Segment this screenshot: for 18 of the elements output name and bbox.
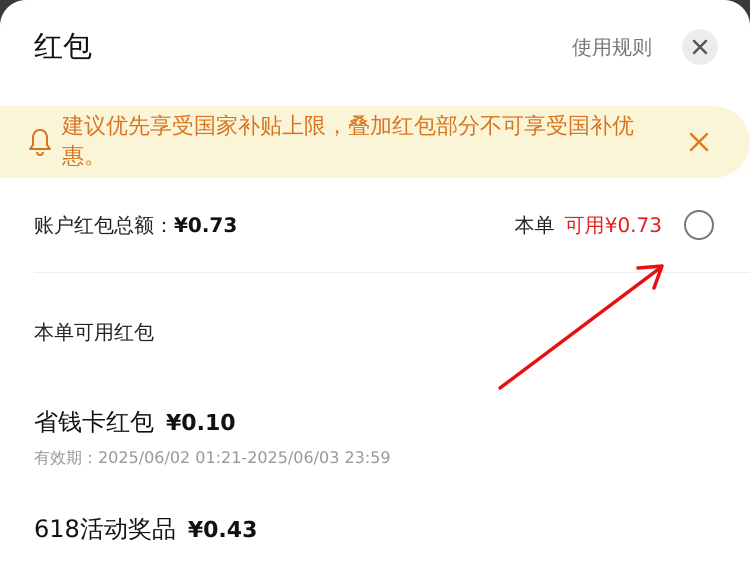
coupon-name: 618活动奖品 bbox=[34, 514, 176, 545]
total-amount: ¥0.73 bbox=[174, 213, 238, 237]
section-title: 本单可用红包 bbox=[34, 319, 154, 346]
order-label: 本单 bbox=[514, 212, 555, 238]
select-radio[interactable] bbox=[684, 210, 714, 240]
close-icon bbox=[691, 38, 709, 56]
close-button[interactable] bbox=[682, 29, 718, 65]
bell-icon bbox=[28, 128, 52, 156]
available-amount: 可用¥0.73 bbox=[564, 212, 662, 238]
coupon-validity: 有效期：2025/06/02 01:21-2025/06/03 23:59 bbox=[34, 448, 392, 469]
total-label: 账户红包总额： bbox=[34, 212, 174, 238]
sheet-title: 红包 bbox=[34, 28, 93, 65]
coupon-amount: ¥0.43 bbox=[188, 518, 258, 543]
notice-text: 建议优先享受国家补贴上限，叠加红包部分不可享受国补优惠。 bbox=[62, 113, 635, 171]
coupon-amount: ¥0.10 bbox=[166, 411, 236, 436]
coupon-name: 省钱卡红包 bbox=[34, 407, 154, 438]
rules-link[interactable]: 使用规则 bbox=[572, 34, 652, 60]
close-icon[interactable] bbox=[688, 131, 710, 153]
